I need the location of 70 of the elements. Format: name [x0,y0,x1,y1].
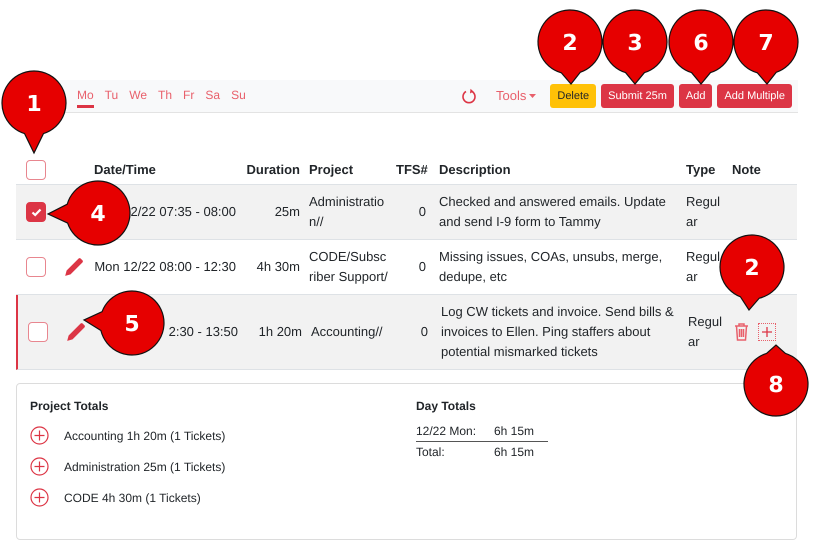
table-cell-text: 0 [418,258,427,276]
table-cell: 2/22 07:35 - 08:00 [130,204,236,220]
table-cell-text: Checked and answered emails. Update and send I-9 form to Tammy [438,193,667,231]
callout-number: 8 [768,373,784,398]
day-value: 6h 15m [494,423,534,440]
table-cell-text: CODE/Subscriber Support/ [308,248,389,286]
day-label: 12/22 Mon: [416,423,478,440]
column-header: Date/Time [93,160,157,179]
project-total: CODE 4h 30m (1 Tickets) [64,490,201,506]
table-cell-text: Missing issues, COAs, unsubs, merge, dedupe, etc [438,248,664,286]
toolbar-button[interactable]: Add Multiple [717,84,792,108]
toolbar-button[interactable]: Submit 25m [601,84,674,108]
plus-circle-icon[interactable] [30,488,49,507]
checkmark-icon [30,208,42,216]
table-cell-text: 1h 20m [258,323,302,342]
day-tab[interactable]: Sa [205,84,220,108]
table-cell: Mon 12/22 08:00 - 12:30 [94,259,236,274]
section-title: Project Totals [30,398,110,415]
table-cell-text: Administration// [308,193,386,231]
callout-number: 5 [124,312,140,337]
callout-number: 3 [627,31,643,56]
callout-number: 6 [693,31,709,56]
plus-icon [762,327,772,337]
plus-circle-icon[interactable] [30,457,49,476]
callout-number: 7 [758,31,774,56]
day-tab[interactable]: Su [231,84,246,108]
caret-icon [529,94,536,98]
table-cell-text: 4h 30m [256,258,300,276]
checkbox[interactable] [26,257,46,277]
day-tab[interactable]: Fr [183,84,194,108]
checkbox[interactable] [26,160,46,180]
plus-circle-icon[interactable] [30,426,49,445]
project-total: Administration 25m (1 Tickets) [64,458,226,476]
table-cell: 2:30 - 13:50 [168,324,238,340]
callout-number: 1 [26,92,42,117]
toolbar-button[interactable]: Delete [550,84,596,108]
table-cell-text: 0 [418,203,427,222]
callout-number: 2 [562,31,578,56]
project-total: Accounting 1h 20m (1 Tickets) [64,428,226,444]
total-value: 6h 15m [494,444,534,461]
table-cell-text: 25m [274,203,300,222]
callout-number: 2 [744,256,760,281]
table-cell-text: Regular [685,193,721,231]
add-note-button[interactable] [758,323,776,341]
section-title: Day Totals [416,398,477,415]
table-cell-text: 0 [420,323,429,342]
callout-number: 4 [90,202,106,227]
trash-icon[interactable] [734,323,749,341]
total-label: Total: [416,444,446,461]
day-tab[interactable]: Mo [77,84,94,108]
table-cell-text: Regular [685,248,721,286]
day-tab[interactable]: Th [158,84,172,108]
column-header: Note [731,160,762,179]
pencil-icon[interactable] [64,258,82,276]
column-header: Project [308,160,354,179]
column-header: Type [685,160,716,179]
column-header: Duration [246,160,300,179]
day-tab[interactable]: We [129,84,148,108]
table-cell-text: Accounting// [310,323,384,341]
column-header: TFS# [395,160,429,179]
column-header: Description [438,160,512,179]
checkbox[interactable] [28,322,48,342]
table-cell-text: Regular [687,313,723,351]
refresh-icon[interactable] [461,88,478,104]
table-cell-text: Log CW tickets and invoice. Send bills & invoices to Ellen. Ping staffers about potential mismarked tickets [440,303,675,361]
toolbar-button[interactable]: Add [678,84,712,108]
tools-dropdown[interactable]: Tools [496,86,536,106]
pencil-icon[interactable] [66,322,84,342]
day-tab[interactable]: Tu [104,84,118,108]
checkbox[interactable] [26,202,46,222]
